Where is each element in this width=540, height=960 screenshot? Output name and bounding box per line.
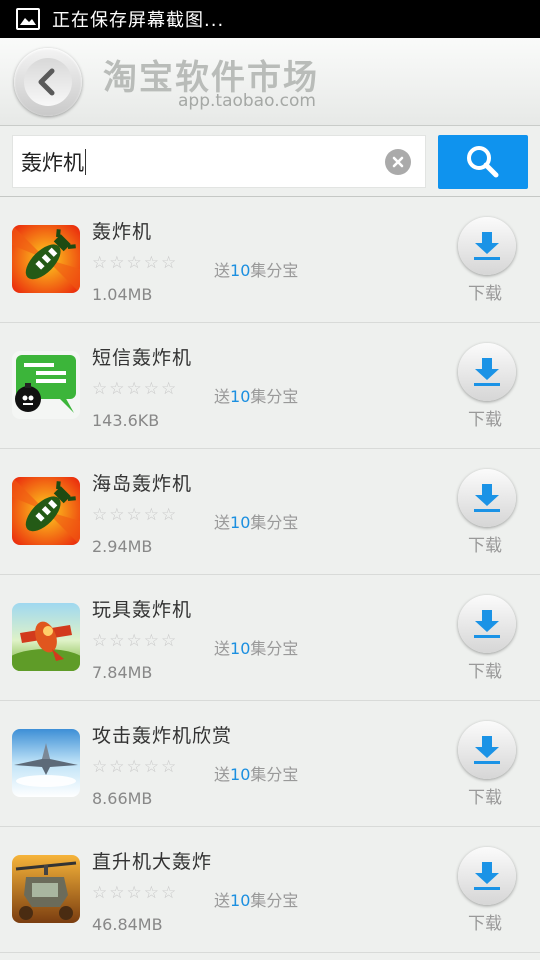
download-label[interactable]: 下载 — [468, 783, 502, 808]
app-list: 轰炸机 ☆☆☆☆☆ 送10集分宝 1.04MB 下载 短信轰炸机 ☆☆☆☆☆ 送… — [0, 197, 540, 953]
download-button[interactable] — [458, 217, 516, 275]
rating-stars: ☆☆☆☆☆ — [92, 757, 179, 777]
app-header: 淘宝软件市场 app.taobao.com — [0, 38, 540, 126]
download-button[interactable] — [458, 469, 516, 527]
app-name: 直升机大轰炸 — [92, 851, 213, 873]
rating-stars: ☆☆☆☆☆ — [92, 883, 179, 903]
list-item[interactable]: 玩具轰炸机 ☆☆☆☆☆ 送10集分宝 7.84MB 下载 — [0, 575, 540, 701]
promo-text: 送10集分宝 — [214, 513, 299, 532]
sms-bomb-icon — [12, 351, 80, 419]
file-size: 143.6KB — [92, 411, 160, 430]
app-name: 轰炸机 — [92, 221, 153, 243]
rating-stars: ☆☆☆☆☆ — [92, 631, 179, 651]
helicopter-icon — [12, 855, 80, 923]
promo-text: 送10集分宝 — [214, 261, 299, 280]
search-button[interactable] — [438, 135, 528, 189]
download-icon — [474, 610, 500, 638]
list-item[interactable]: 短信轰炸机 ☆☆☆☆☆ 送10集分宝 143.6KB 下载 — [0, 323, 540, 449]
download-icon — [474, 232, 500, 260]
bomb-icon — [12, 477, 80, 545]
search-value: 轰炸机 — [21, 150, 84, 175]
download-icon — [474, 736, 500, 764]
jet-icon — [12, 729, 80, 797]
list-item[interactable]: 海岛轰炸机 ☆☆☆☆☆ 送10集分宝 2.94MB 下载 — [0, 449, 540, 575]
image-icon — [16, 8, 40, 30]
rating-stars: ☆☆☆☆☆ — [92, 379, 179, 399]
status-text: 正在保存屏幕截图... — [52, 10, 225, 31]
page-subtitle: app.taobao.com — [178, 91, 316, 111]
download-button[interactable] — [458, 847, 516, 905]
download-icon — [474, 862, 500, 890]
download-label[interactable]: 下载 — [468, 657, 502, 682]
app-name: 玩具轰炸机 — [92, 599, 193, 621]
promo-text: 送10集分宝 — [214, 387, 299, 406]
file-size: 1.04MB — [92, 285, 153, 304]
download-button[interactable] — [458, 595, 516, 653]
download-icon — [474, 484, 500, 512]
file-size: 2.94MB — [92, 537, 153, 556]
download-button[interactable] — [458, 721, 516, 779]
rating-stars: ☆☆☆☆☆ — [92, 253, 179, 273]
list-item[interactable]: 攻击轰炸机欣赏 ☆☆☆☆☆ 送10集分宝 8.66MB 下载 — [0, 701, 540, 827]
toy-plane-icon — [12, 603, 80, 671]
download-label[interactable]: 下载 — [468, 279, 502, 304]
promo-text: 送10集分宝 — [214, 639, 299, 658]
promo-text: 送10集分宝 — [214, 891, 299, 910]
back-button[interactable] — [14, 48, 82, 116]
clear-icon[interactable] — [385, 149, 411, 175]
status-bar: 正在保存屏幕截图... — [0, 0, 540, 38]
bomb-icon — [12, 225, 80, 293]
back-arrow-icon — [24, 58, 72, 106]
list-item[interactable]: 轰炸机 ☆☆☆☆☆ 送10集分宝 1.04MB 下载 — [0, 197, 540, 323]
list-item[interactable]: 直升机大轰炸 ☆☆☆☆☆ 送10集分宝 46.84MB 下载 — [0, 827, 540, 953]
file-size: 7.84MB — [92, 663, 153, 682]
promo-text: 送10集分宝 — [214, 765, 299, 784]
text-cursor — [85, 148, 86, 175]
app-name: 攻击轰炸机欣赏 — [92, 725, 233, 747]
download-label[interactable]: 下载 — [468, 405, 502, 430]
download-label[interactable]: 下载 — [468, 909, 502, 934]
download-label[interactable]: 下载 — [468, 531, 502, 556]
search-bar: 轰炸机 — [0, 126, 540, 197]
rating-stars: ☆☆☆☆☆ — [92, 505, 179, 525]
app-name: 海岛轰炸机 — [92, 473, 193, 495]
download-icon — [474, 358, 500, 386]
search-input[interactable]: 轰炸机 — [12, 135, 426, 188]
file-size: 8.66MB — [92, 789, 153, 808]
file-size: 46.84MB — [92, 915, 163, 934]
download-button[interactable] — [458, 343, 516, 401]
search-icon — [467, 146, 499, 178]
app-name: 短信轰炸机 — [92, 347, 193, 369]
